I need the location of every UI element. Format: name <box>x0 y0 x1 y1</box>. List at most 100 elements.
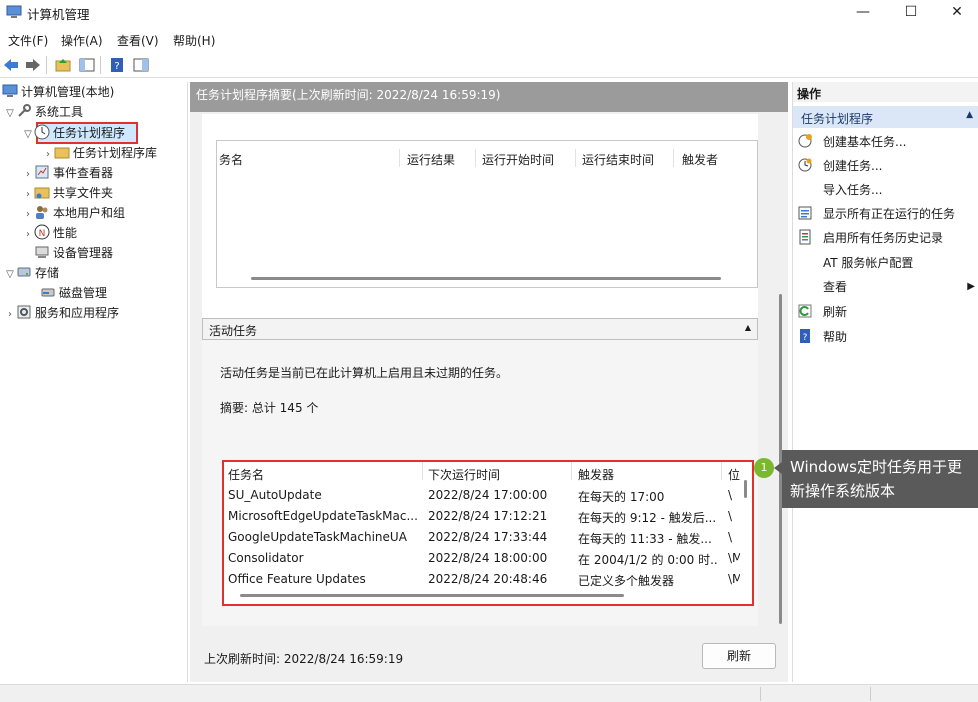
column-separator <box>721 462 722 480</box>
tree-label: 共享文件夹 <box>53 186 114 200</box>
active-tasks-section-header[interactable]: 活动任务 ▲ <box>202 318 758 340</box>
up-folder-icon[interactable] <box>54 56 72 74</box>
trigger: 在每天的 9:12 - 触发后... <box>578 511 717 525</box>
action-label: 查看 <box>823 280 848 294</box>
tree-item-root[interactable]: 计算机管理(本地) <box>2 82 114 102</box>
menu-help[interactable]: 帮助(H) <box>173 32 215 49</box>
tree-item-task-scheduler[interactable]: ▽ 任务计划程序 <box>22 123 125 143</box>
column-header-run-start[interactable]: 运行开始时间 <box>482 151 554 168</box>
back-arrow-icon[interactable] <box>2 56 20 74</box>
pane-header: 任务计划程序摘要(上次刷新时间: 2022/8/24 16:59:19) <box>190 82 788 112</box>
tree-item-local-users[interactable]: › 本地用户和组 <box>22 203 125 223</box>
action-create-task[interactable]: 创建任务... <box>797 156 882 176</box>
chevron-right-icon[interactable]: › <box>22 225 34 245</box>
task-name: MicrosoftEdgeUpdateTaskMac... <box>228 509 418 523</box>
collapse-arrow-icon[interactable]: ▲ <box>966 110 973 120</box>
chevron-right-icon[interactable]: › <box>22 205 34 225</box>
tree-item-storage[interactable]: ▽ 存储 <box>4 263 59 283</box>
column-separator <box>575 149 576 167</box>
forward-arrow-icon[interactable] <box>24 56 42 74</box>
action-label: 导入任务... <box>823 183 883 197</box>
collapse-arrow-icon[interactable]: ▲ <box>745 323 751 332</box>
section-title: 活动任务 <box>209 324 258 338</box>
vertical-scrollbar[interactable] <box>776 114 786 624</box>
chevron-down-icon[interactable]: ▽ <box>4 265 16 285</box>
column-header-triggered-by[interactable]: 触发者 <box>682 151 718 168</box>
minimize-button[interactable]: — <box>840 0 886 26</box>
performance-icon: N <box>34 224 50 240</box>
chevron-right-icon[interactable]: › <box>42 145 54 165</box>
close-button[interactable]: ✕ <box>934 0 978 26</box>
refresh-icon <box>798 304 812 318</box>
tree-item-device-manager[interactable]: 设备管理器 <box>34 243 113 263</box>
action-enable-history[interactable]: 启用所有任务历史记录 <box>797 228 943 248</box>
chevron-right-icon[interactable]: › <box>22 165 34 185</box>
column-header-task-name[interactable]: 任务名 <box>228 466 264 483</box>
column-header-location[interactable]: 位 <box>728 466 740 483</box>
action-import-task[interactable]: 导入任务... <box>823 180 882 200</box>
column-separator <box>673 149 674 167</box>
toolbar-separator <box>100 56 101 74</box>
column-separator <box>475 149 476 167</box>
services-icon <box>17 305 31 319</box>
navigation-tree: 计算机管理(本地) ▽ 系统工具 ▽ 任务计划程序 › 任务计划程序库 › 事件查看器 … <box>0 82 188 682</box>
chevron-right-icon[interactable]: › <box>4 305 16 325</box>
tree-label: 计算机管理(本地) <box>21 85 115 99</box>
tree-item-services-apps[interactable]: › 服务和应用程序 <box>4 303 119 323</box>
column-header-task-name[interactable]: 务名 <box>219 151 243 168</box>
clock-icon <box>34 124 50 140</box>
disk-icon <box>41 288 55 297</box>
refresh-button[interactable]: 刷新 <box>702 643 776 669</box>
action-refresh[interactable]: 刷新 <box>797 302 847 322</box>
trigger: 在每天的 11:33 - 触发... <box>578 532 712 546</box>
task-status-table: 务名 运行结果 运行开始时间 运行结束时间 触发者 <box>216 140 758 288</box>
callout-pointer <box>774 462 782 474</box>
menu-action[interactable]: 操作(A) <box>61 32 103 49</box>
help-icon: ? <box>800 329 810 343</box>
next-run-time: 2022/8/24 20:48:46 <box>428 572 548 586</box>
column-header-run-end[interactable]: 运行结束时间 <box>582 151 654 168</box>
active-tasks-table: 任务名 下次运行时间 触发器 位 SU_AutoUpdate 2022/8/24… <box>222 460 754 606</box>
chevron-down-icon[interactable]: ▽ <box>22 125 34 145</box>
column-header-next-run[interactable]: 下次运行时间 <box>428 466 500 483</box>
show-tree-icon[interactable] <box>78 56 96 74</box>
menu-view[interactable]: 查看(V) <box>117 32 159 49</box>
action-view[interactable]: 查看 ▶ <box>823 277 975 297</box>
horizontal-scrollbar[interactable] <box>240 594 624 597</box>
menu-file[interactable]: 文件(F) <box>8 32 48 49</box>
tree-label: 服务和应用程序 <box>35 306 120 320</box>
status-bar <box>0 684 978 702</box>
chevron-down-icon[interactable]: ▽ <box>4 104 16 124</box>
show-action-pane-icon[interactable] <box>132 56 150 74</box>
column-header-run-result[interactable]: 运行结果 <box>407 151 455 168</box>
actions-header: 操作 <box>793 82 978 102</box>
tree-label: 任务计划程序库 <box>73 146 158 160</box>
action-label: 刷新 <box>823 305 848 319</box>
storage-icon <box>17 267 31 277</box>
horizontal-scrollbar[interactable] <box>251 277 721 280</box>
status-separator <box>760 687 761 701</box>
action-at-config[interactable]: AT 服务帐户配置 <box>823 253 913 273</box>
tree-item-disk-management[interactable]: 磁盘管理 <box>40 283 107 303</box>
tree-item-system-tools[interactable]: ▽ 系统工具 <box>4 102 83 122</box>
tree-item-task-library[interactable]: › 任务计划程序库 <box>42 143 157 163</box>
tree-label: 本地用户和组 <box>53 206 126 220</box>
task-name: SU_AutoUpdate <box>228 488 322 502</box>
help-icon[interactable]: ? <box>108 56 126 74</box>
tree-item-shared-folders[interactable]: › 共享文件夹 <box>22 183 113 203</box>
action-help[interactable]: ? 帮助 <box>797 327 847 347</box>
action-create-basic-task[interactable]: 创建基本任务... <box>797 132 906 152</box>
chevron-right-icon[interactable]: › <box>22 185 34 205</box>
maximize-button[interactable]: ☐ <box>888 0 934 26</box>
folder-icon <box>54 147 70 159</box>
vertical-scrollbar[interactable] <box>744 480 747 498</box>
tree-item-event-viewer[interactable]: › 事件查看器 <box>22 163 113 183</box>
annotation-badge: 1 <box>754 458 774 478</box>
actions-section-task-scheduler[interactable]: 任务计划程序 ▲ <box>793 106 978 128</box>
column-header-trigger[interactable]: 触发器 <box>578 466 614 483</box>
next-run-time: 2022/8/24 18:00:00 <box>428 551 548 565</box>
action-show-running[interactable]: 显示所有正在运行的任务 <box>797 204 955 224</box>
menu-bar: 文件(F) 操作(A) 查看(V) 帮助(H) <box>0 28 978 50</box>
tree-item-performance[interactable]: › N 性能 <box>22 223 77 243</box>
tools-icon <box>18 104 31 117</box>
